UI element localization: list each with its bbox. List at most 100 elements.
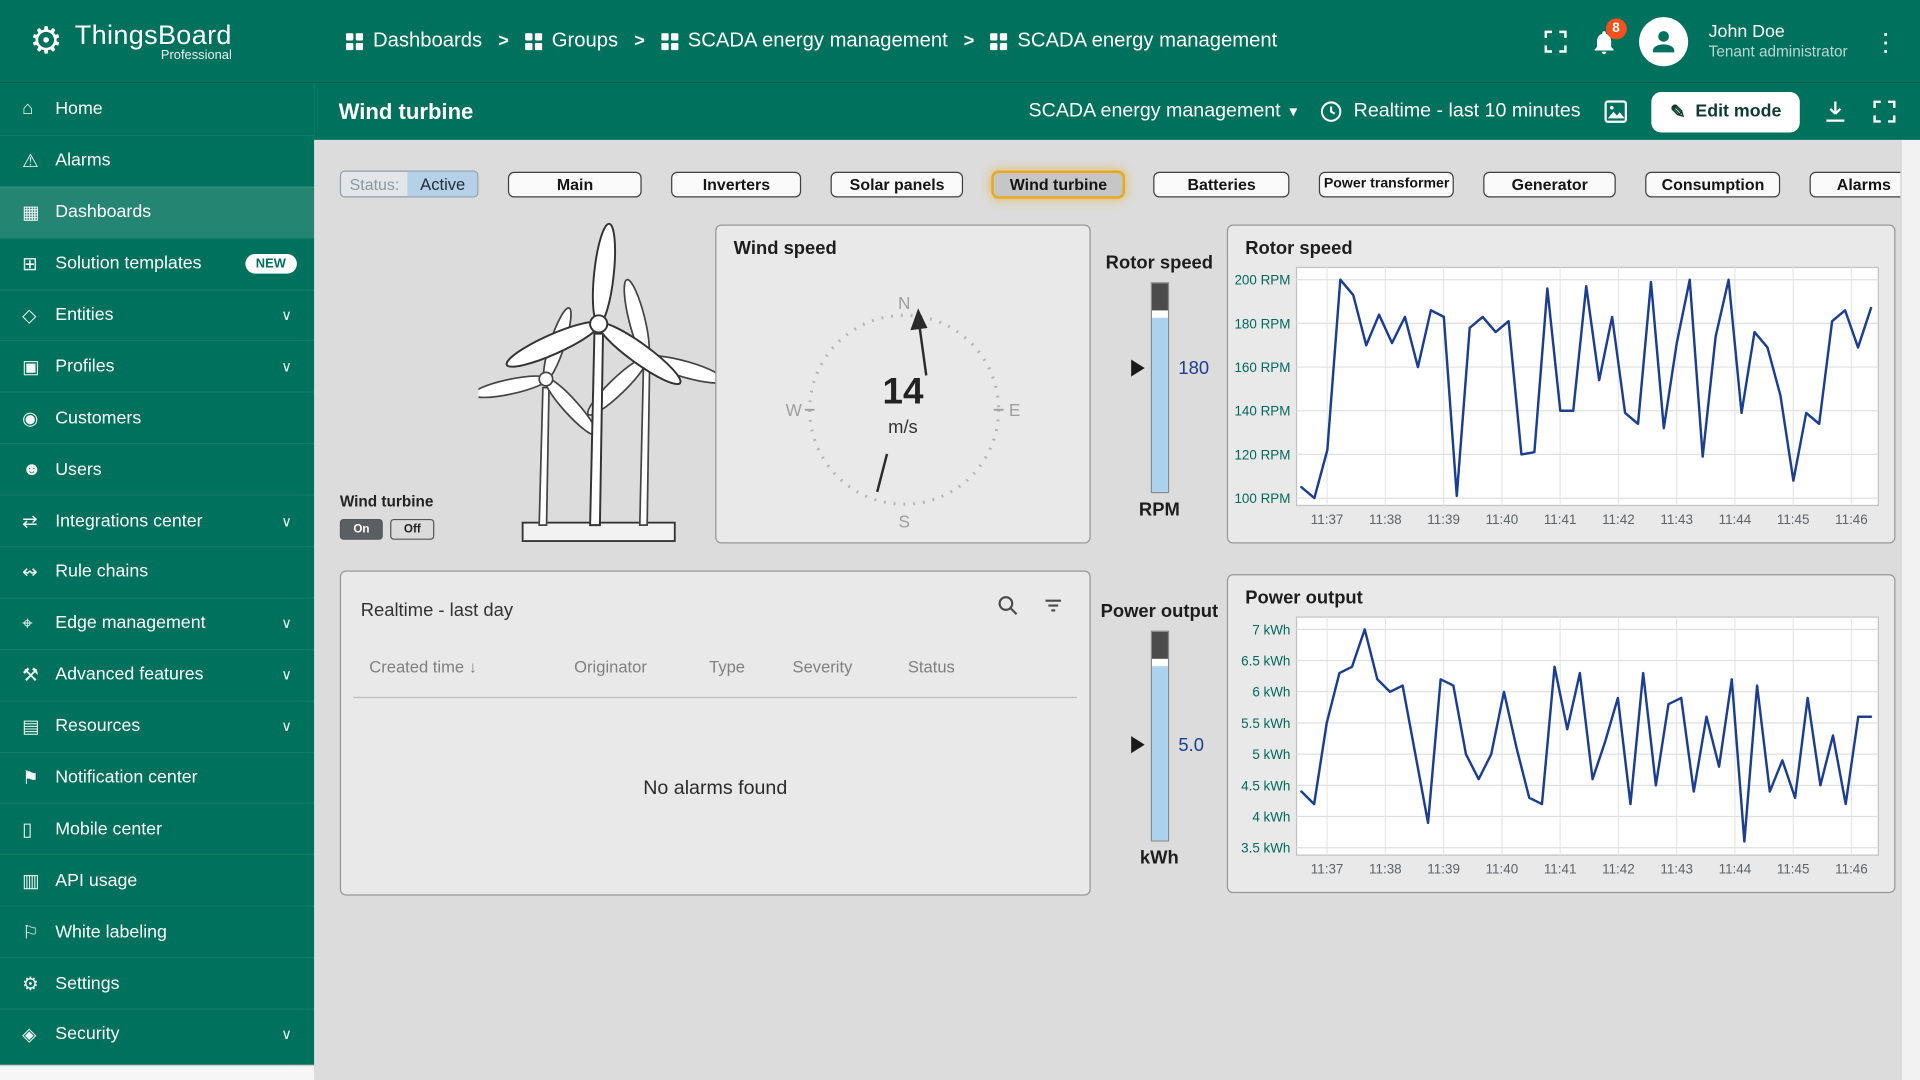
svg-text:11:42: 11:42	[1602, 512, 1635, 527]
svg-text:120 RPM: 120 RPM	[1235, 447, 1290, 462]
sidebar-item-alarms[interactable]: ⚠Alarms	[0, 135, 314, 186]
gauge-units: RPM	[1092, 499, 1227, 520]
power-output-gauge: Power output 5.0 kWh	[1092, 601, 1227, 868]
sidebar-item-customers[interactable]: ◉Customers	[0, 392, 314, 443]
sidebar-item-profiles[interactable]: ▣Profiles∨	[0, 340, 314, 391]
state-button-batteries[interactable]: Batteries	[1154, 171, 1290, 197]
turbine-on-button[interactable]: On	[340, 519, 383, 540]
status-label: Status:	[341, 172, 408, 197]
sidebar-item-api-usage[interactable]: ▥API usage	[0, 854, 314, 905]
profiles-icon: ▣	[22, 356, 55, 378]
dashboard-fullscreen-icon[interactable]	[1871, 98, 1898, 125]
edit-mode-button[interactable]: ✎ Edit mode	[1652, 91, 1800, 131]
column-header-created-time[interactable]: Created time ↓	[369, 658, 477, 676]
breadcrumb-separator: >	[498, 31, 509, 52]
state-button-generator[interactable]: Generator	[1484, 171, 1616, 197]
svg-text:11:44: 11:44	[1719, 861, 1752, 876]
sidebar-item-resources[interactable]: ▤Resources∨	[0, 700, 314, 751]
gauge-track[interactable]: 5.0	[1150, 631, 1168, 842]
alarms-icon: ⚠	[22, 150, 55, 172]
fullscreen-icon[interactable]	[1542, 28, 1569, 55]
svg-text:11:37: 11:37	[1311, 861, 1344, 876]
state-button-row: Status: Active Main Inverters Solar pane…	[340, 171, 1918, 198]
sidebar-item-rule-chains[interactable]: ↭Rule chains	[0, 546, 314, 597]
sidebar-item-edge-management[interactable]: ⌖Edge management∨	[0, 597, 314, 648]
sidebar-item-solution-templates[interactable]: ⊞Solution templatesNEW	[0, 238, 314, 289]
gauge-pointer[interactable]	[1131, 736, 1144, 753]
entities-icon: ◇	[22, 304, 55, 326]
chevron-down-icon: ∨	[281, 358, 292, 375]
rotor-speed-gauge: Rotor speed 180 RPM	[1092, 253, 1227, 520]
gauge-title: Rotor speed	[1092, 253, 1227, 274]
breadcrumb-item-scada-dashboard[interactable]: SCADA energy management	[990, 29, 1277, 52]
image-export-icon[interactable]	[1603, 98, 1630, 125]
svg-text:6.5 kWh: 6.5 kWh	[1241, 653, 1290, 668]
rotor-speed-line-chart: 11:3711:3811:3911:4011:4111:4211:4311:44…	[1235, 265, 1886, 537]
sidebar-scrollbar[interactable]	[0, 1065, 314, 1080]
gauge-fill	[1151, 666, 1167, 840]
state-button-inverters[interactable]: Inverters	[671, 171, 801, 197]
sidebar-item-entities[interactable]: ◇Entities∨	[0, 289, 314, 340]
state-button-main[interactable]: Main	[508, 171, 642, 197]
column-header-originator[interactable]: Originator	[574, 658, 647, 676]
user-info[interactable]: John Doe Tenant administrator	[1709, 21, 1848, 62]
svg-text:11:45: 11:45	[1777, 512, 1810, 527]
advanced-features-icon: ⚒	[22, 664, 55, 686]
top-bar: ⚙ ThingsBoard Professional Dashboards > …	[0, 0, 1920, 83]
svg-text:11:38: 11:38	[1369, 512, 1402, 527]
dashboard-select[interactable]: SCADA energy management ▾	[1029, 101, 1298, 123]
svg-text:100 RPM: 100 RPM	[1235, 491, 1290, 506]
sidebar-item-notification-center[interactable]: ⚑Notification center	[0, 752, 314, 803]
download-icon[interactable]	[1822, 98, 1849, 125]
notification-badge: 8	[1606, 18, 1627, 39]
pencil-icon: ✎	[1670, 101, 1685, 123]
brand-edition: Professional	[161, 48, 232, 63]
sidebar-item-white-labeling[interactable]: ⚐White labeling	[0, 906, 314, 957]
customers-icon: ◉	[22, 407, 55, 429]
wind-turbine-control-widget: Wind turbine On Off	[340, 493, 475, 540]
wind-speed-value: 14	[716, 372, 1089, 414]
sidebar-item-mobile-center[interactable]: ▯Mobile center	[0, 803, 314, 854]
sidebar-item-integrations-center[interactable]: ⇄Integrations center∨	[0, 495, 314, 546]
sidebar-item-users[interactable]: ☻Users	[0, 443, 314, 494]
gauge-pointer[interactable]	[1131, 359, 1144, 376]
svg-text:11:45: 11:45	[1777, 861, 1810, 876]
filter-icon[interactable]	[1042, 594, 1065, 623]
state-button-solar-panels[interactable]: Solar panels	[831, 171, 963, 197]
brand-name: ThingsBoard	[75, 20, 232, 52]
sidebar-item-security[interactable]: ◈Security∨	[0, 1009, 314, 1060]
thingsboard-logo[interactable]: ⚙ ThingsBoard Professional	[0, 20, 309, 63]
turbine-off-button[interactable]: Off	[390, 519, 434, 540]
breadcrumb-item-scada-group[interactable]: SCADA energy management	[661, 29, 948, 52]
sidebar-item-home[interactable]: ⌂Home	[0, 83, 314, 134]
column-header-type[interactable]: Type	[709, 658, 745, 676]
column-header-severity[interactable]: Severity	[793, 658, 853, 676]
gauge-value: 5.0	[1178, 735, 1204, 756]
column-header-status[interactable]: Status	[908, 658, 955, 676]
breadcrumb-item-dashboards[interactable]: Dashboards	[346, 29, 482, 52]
sidebar-item-dashboards[interactable]: ▦Dashboards	[0, 186, 314, 237]
kebab-menu-icon[interactable]: ⋮	[1868, 26, 1902, 57]
content-scrollbar[interactable]	[1900, 140, 1920, 1080]
notification-center-icon: ⚑	[22, 767, 55, 789]
sidebar-item-advanced-features[interactable]: ⚒Advanced features∨	[0, 649, 314, 700]
avatar[interactable]	[1639, 17, 1688, 66]
breadcrumb-item-groups[interactable]: Groups	[525, 29, 618, 52]
state-button-consumption[interactable]: Consumption	[1645, 171, 1780, 197]
time-window-button[interactable]: Realtime - last 10 minutes	[1319, 99, 1580, 124]
search-icon[interactable]	[996, 594, 1019, 623]
svg-text:11:41: 11:41	[1544, 861, 1577, 876]
power-output-line-chart: 11:3711:3811:3911:4011:4111:4211:4311:44…	[1235, 615, 1886, 887]
status-value: Active	[408, 172, 478, 197]
gauge-track[interactable]: 180	[1150, 282, 1168, 493]
clock-icon	[1319, 99, 1344, 124]
logo-gear-icon: ⚙	[29, 23, 62, 60]
status-chip: Status: Active	[340, 171, 479, 198]
state-button-power-transformer[interactable]: Power transformer	[1319, 171, 1454, 197]
sidebar-item-settings[interactable]: ⚙Settings	[0, 957, 314, 1008]
svg-text:5.5 kWh: 5.5 kWh	[1241, 716, 1290, 731]
alarms-time-window[interactable]: Realtime - last day	[361, 600, 513, 621]
state-button-wind-turbine[interactable]: Wind turbine	[993, 171, 1124, 197]
notifications-bell-icon[interactable]: 8	[1590, 28, 1618, 56]
svg-text:4 kWh: 4 kWh	[1252, 809, 1290, 824]
